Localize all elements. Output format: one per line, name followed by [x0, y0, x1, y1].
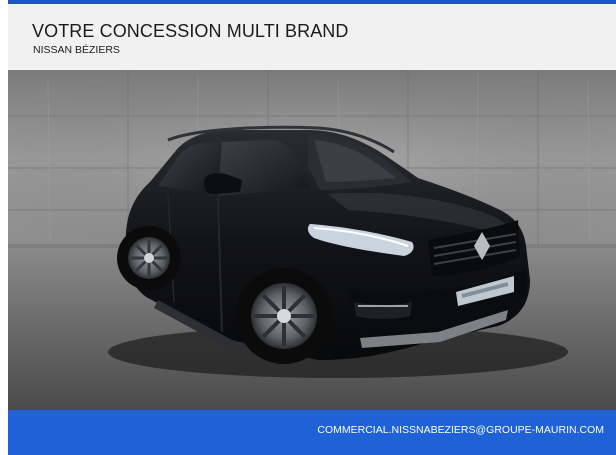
dealer-header: VOTRE CONCESSION MULTI BRAND NISSAN BÉZI… — [8, 4, 616, 70]
vehicle-photo — [8, 70, 616, 410]
contact-footer: COMMERCIAL.NISSNABEZIERS@GROUPE-MAURIN.C… — [8, 410, 616, 455]
dealer-card: VOTRE CONCESSION MULTI BRAND NISSAN BÉZI… — [0, 0, 616, 455]
dealer-subtitle: NISSAN BÉZIERS — [33, 44, 120, 56]
car-photo-icon — [8, 70, 616, 410]
contact-email-link[interactable]: COMMERCIAL.NISSNABEZIERS@GROUPE-MAURIN.C… — [317, 424, 604, 436]
dealer-title: VOTRE CONCESSION MULTI BRAND — [32, 21, 349, 41]
